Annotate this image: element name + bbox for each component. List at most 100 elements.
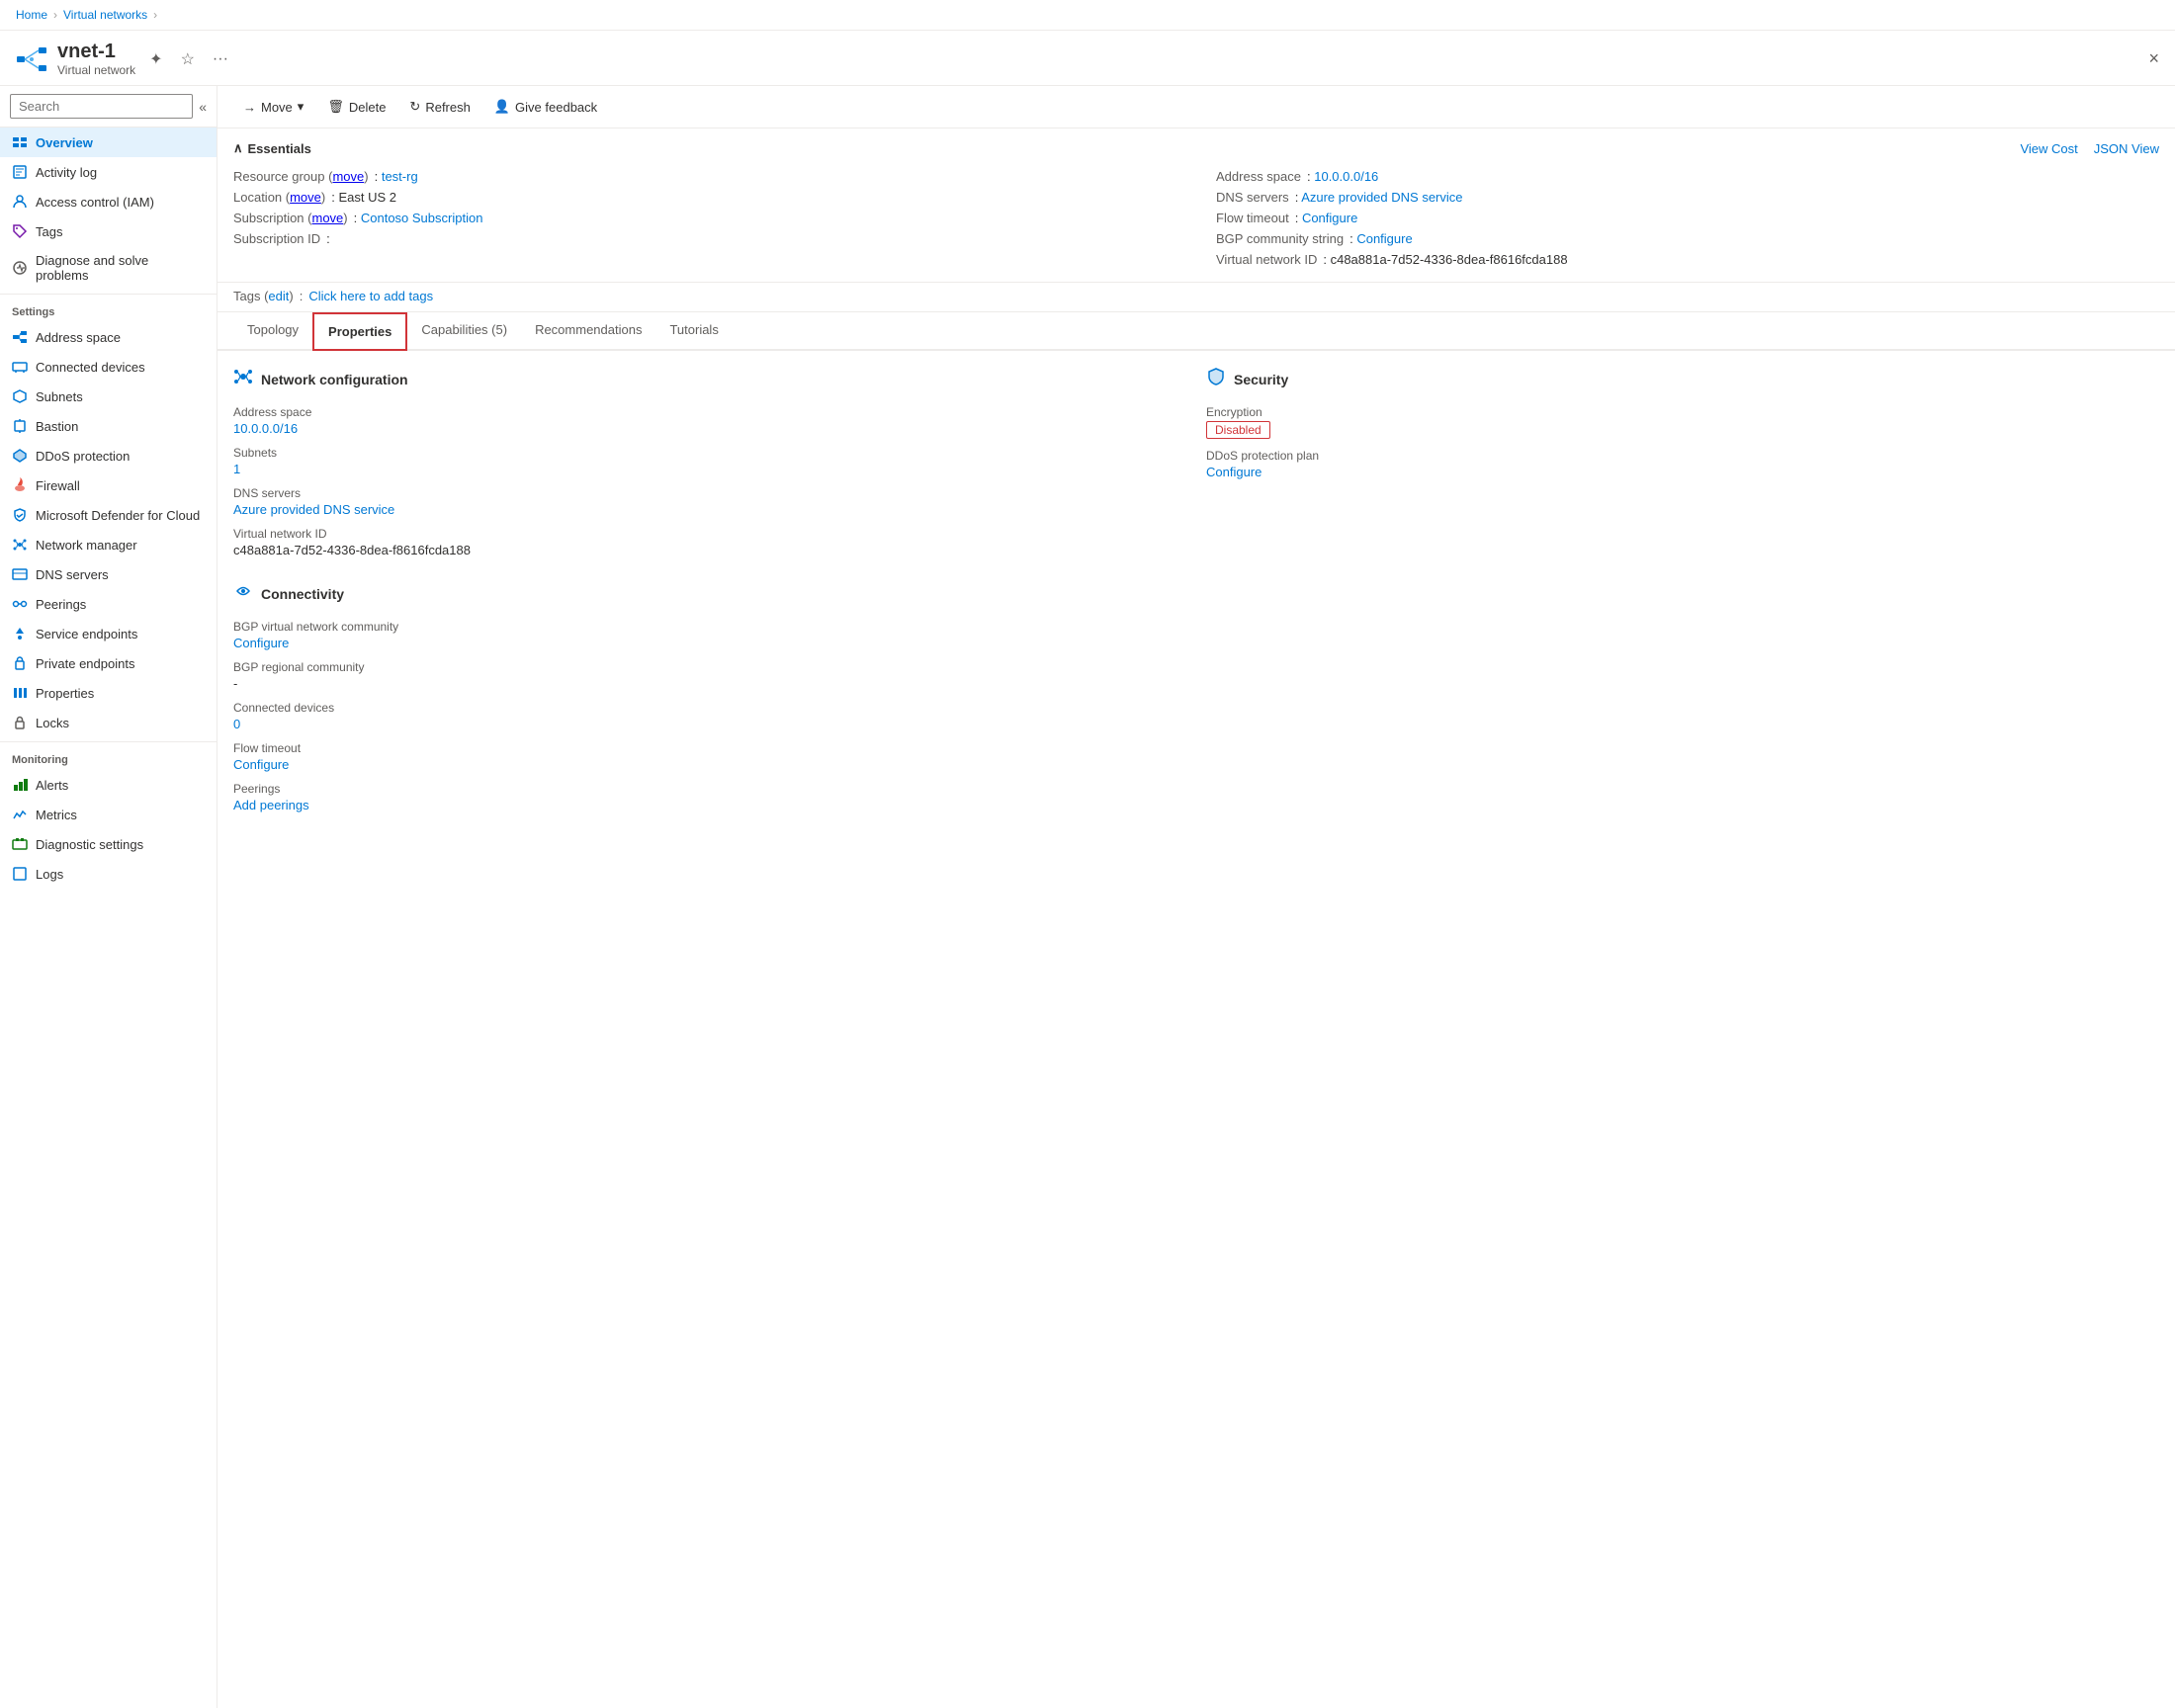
sidebar-item-activity-log[interactable]: Activity log	[0, 157, 217, 187]
sidebar-item-service-endpoints[interactable]: Service endpoints	[0, 619, 217, 648]
sidebar-item-private-endpoints[interactable]: Private endpoints	[0, 648, 217, 678]
tab-properties[interactable]: Properties	[312, 312, 407, 351]
move-button[interactable]: → Move ▾	[233, 94, 313, 120]
sidebar-item-address-space-label: Address space	[36, 330, 121, 345]
sidebar-item-bastion-label: Bastion	[36, 419, 78, 434]
sidebar-item-properties[interactable]: Properties	[0, 678, 217, 708]
prop-subnets: Subnets 1	[233, 446, 1186, 476]
breadcrumb: Home › Virtual networks ›	[0, 0, 2175, 31]
locks-icon	[12, 715, 28, 730]
close-button[interactable]: ×	[2148, 48, 2159, 69]
prop-encryption: Encryption Disabled	[1206, 405, 2159, 439]
sidebar-item-peerings[interactable]: Peerings	[0, 589, 217, 619]
sidebar-item-subnets[interactable]: Subnets	[0, 382, 217, 411]
essentials-toggle[interactable]: ∧ Essentials	[233, 140, 311, 156]
security-icon	[1206, 367, 1226, 391]
add-tags-link[interactable]: Click here to add tags	[308, 289, 433, 303]
move-sub-link[interactable]: move	[311, 211, 343, 225]
sidebar-item-firewall-label: Firewall	[36, 478, 80, 493]
pin-icon[interactable]: ✦	[145, 45, 166, 73]
peerings-icon	[12, 596, 28, 612]
sidebar-item-locks[interactable]: Locks	[0, 708, 217, 737]
network-config-icon	[233, 367, 253, 391]
subscription-link[interactable]: Contoso Subscription	[361, 211, 483, 225]
flow-timeout-link[interactable]: Configure	[1302, 211, 1357, 225]
flow-timeout-prop-link[interactable]: Configure	[233, 757, 289, 772]
dns-icon	[12, 566, 28, 582]
move-rg-link[interactable]: move	[332, 169, 364, 184]
monitoring-section-label: Monitoring	[0, 741, 217, 770]
search-input[interactable]	[10, 94, 193, 119]
tab-topology[interactable]: Topology	[233, 312, 312, 351]
collapse-sidebar-button[interactable]: «	[199, 99, 207, 115]
essentials-row-rg: Resource group (move) : test-rg	[233, 166, 1176, 187]
move-location-link[interactable]: move	[290, 190, 321, 205]
subnets-prop-link[interactable]: 1	[233, 462, 240, 476]
sidebar-item-tags-label: Tags	[36, 224, 62, 239]
prop-bgp-community: BGP virtual network community Configure	[233, 620, 1186, 650]
sidebar-item-dns-servers[interactable]: DNS servers	[0, 559, 217, 589]
content-area: → Move ▾ 🗑 Delete ↻ Refresh 👤 Give feedb…	[218, 86, 2175, 1708]
sidebar-item-firewall[interactable]: Firewall	[0, 470, 217, 500]
sidebar-item-alerts-label: Alerts	[36, 778, 68, 793]
sidebar-item-diagnostic-label: Diagnostic settings	[36, 837, 143, 852]
sidebar-item-defender-label: Microsoft Defender for Cloud	[36, 508, 200, 523]
essentials-section: ∧ Essentials View Cost JSON View Resourc…	[218, 128, 2175, 283]
sidebar-item-service-endpoints-label: Service endpoints	[36, 627, 137, 641]
refresh-button[interactable]: ↻ Refresh	[399, 94, 479, 120]
star-icon[interactable]: ☆	[177, 45, 199, 73]
tags-row: Tags (edit) : Click here to add tags	[218, 283, 2175, 312]
connectivity-icon	[233, 581, 253, 606]
ddos-configure-link[interactable]: Configure	[1206, 465, 1262, 479]
address-space-prop-link[interactable]: 10.0.0.0/16	[233, 421, 298, 436]
connected-devices-prop-link[interactable]: 0	[233, 717, 240, 731]
feedback-button[interactable]: 👤 Give feedback	[484, 94, 607, 120]
service-endpoints-icon	[12, 626, 28, 641]
sidebar-item-defender[interactable]: Microsoft Defender for Cloud	[0, 500, 217, 530]
tab-capabilities[interactable]: Capabilities (5)	[407, 312, 521, 351]
view-cost-link[interactable]: View Cost	[2020, 141, 2077, 156]
rg-value-link[interactable]: test-rg	[382, 169, 418, 184]
vnet-icon	[16, 43, 47, 75]
sidebar-item-connected-devices[interactable]: Connected devices	[0, 352, 217, 382]
bastion-icon	[12, 418, 28, 434]
bgp-community-link[interactable]: Configure	[233, 636, 289, 650]
sidebar-item-diagnostic-settings[interactable]: Diagnostic settings	[0, 829, 217, 859]
more-options-icon[interactable]: ···	[209, 46, 232, 72]
sidebar-item-alerts[interactable]: Alerts	[0, 770, 217, 800]
sidebar-item-logs-label: Logs	[36, 867, 63, 882]
sidebar-item-peerings-label: Peerings	[36, 597, 86, 612]
sidebar-item-diagnose[interactable]: Diagnose and solve problems	[0, 246, 217, 290]
delete-button[interactable]: 🗑 Delete	[317, 94, 395, 120]
tab-recommendations[interactable]: Recommendations	[521, 312, 655, 351]
sidebar-item-access-control[interactable]: Access control (IAM)	[0, 187, 217, 216]
sidebar-item-tags[interactable]: Tags	[0, 216, 217, 246]
breadcrumb-home[interactable]: Home	[16, 8, 47, 22]
tags-edit-link[interactable]: edit	[268, 289, 289, 303]
sidebar-item-ddos[interactable]: DDoS protection	[0, 441, 217, 470]
address-space-link[interactable]: 10.0.0.0/16	[1314, 169, 1378, 184]
sidebar-item-metrics[interactable]: Metrics	[0, 800, 217, 829]
sidebar-item-properties-label: Properties	[36, 686, 94, 701]
prop-peerings: Peerings Add peerings	[233, 782, 1186, 812]
encryption-disabled-badge: Disabled	[1206, 421, 1270, 439]
dns-prop-link[interactable]: Azure provided DNS service	[233, 502, 394, 517]
dns-value-link[interactable]: Azure provided DNS service	[1301, 190, 1462, 205]
sidebar-item-logs[interactable]: Logs	[0, 859, 217, 889]
properties-icon	[12, 685, 28, 701]
essentials-row-location: Location (move) : East US 2	[233, 187, 1176, 208]
diagnose-icon	[12, 260, 28, 276]
json-view-link[interactable]: JSON View	[2094, 141, 2159, 156]
network-manager-icon	[12, 537, 28, 553]
alerts-icon	[12, 777, 28, 793]
sidebar-item-bastion[interactable]: Bastion	[0, 411, 217, 441]
tab-tutorials[interactable]: Tutorials	[655, 312, 732, 351]
move-dropdown-icon: ▾	[298, 99, 304, 115]
sidebar-item-address-space[interactable]: Address space	[0, 322, 217, 352]
breadcrumb-virtual-networks[interactable]: Virtual networks	[63, 8, 147, 22]
add-peerings-link[interactable]: Add peerings	[233, 798, 309, 812]
sidebar-item-overview[interactable]: Overview	[0, 128, 217, 157]
bgp-configure-link[interactable]: Configure	[1356, 231, 1412, 246]
sidebar-item-network-manager[interactable]: Network manager	[0, 530, 217, 559]
sidebar-item-locks-label: Locks	[36, 716, 69, 730]
